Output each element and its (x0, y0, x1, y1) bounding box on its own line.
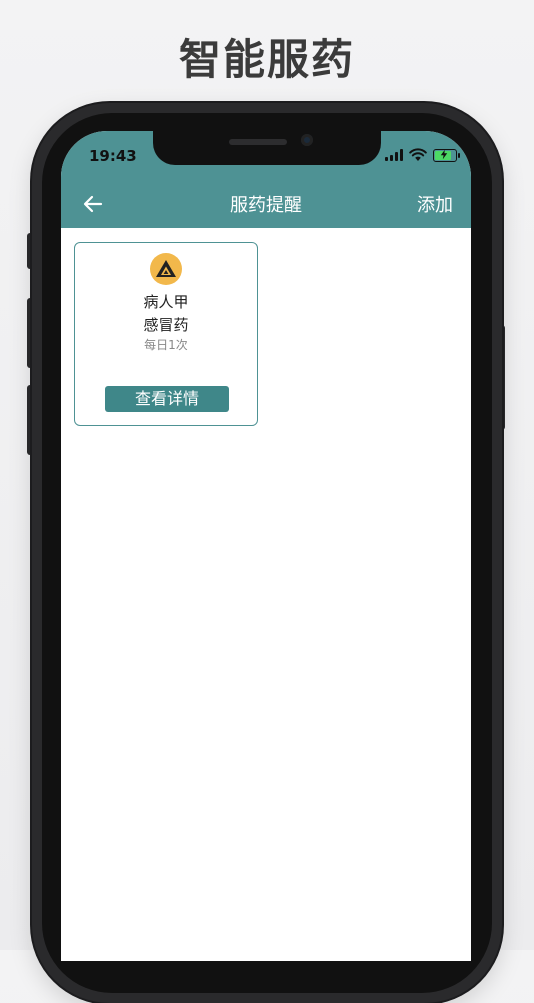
patient-name: 病人甲 (143, 293, 189, 311)
dose-frequency: 每日1次 (144, 338, 188, 352)
patient-avatar (150, 253, 182, 285)
status-icons (385, 148, 460, 162)
status-time: 19:43 (89, 147, 137, 165)
promo-title: 智能服药 (178, 35, 355, 84)
front-camera (301, 134, 313, 146)
charging-bolt-icon (440, 149, 448, 159)
page-title: 服药提醒 (230, 195, 302, 216)
battery-icon (433, 148, 460, 162)
app-screen: 19:43 服药提醒 添加 病人甲 感冒药 每日1次 查看详情 (61, 131, 471, 961)
cellular-signal-icon (385, 149, 403, 161)
triangle-logo-icon (156, 260, 176, 277)
wifi-icon (409, 148, 427, 161)
add-button[interactable]: 添加 (417, 191, 453, 217)
view-details-button[interactable]: 查看详情 (105, 386, 229, 412)
speaker-grille (229, 139, 287, 145)
notch (153, 131, 381, 165)
medicine-name: 感冒药 (143, 316, 189, 334)
reminder-card: 病人甲 感冒药 每日1次 查看详情 (74, 242, 258, 426)
